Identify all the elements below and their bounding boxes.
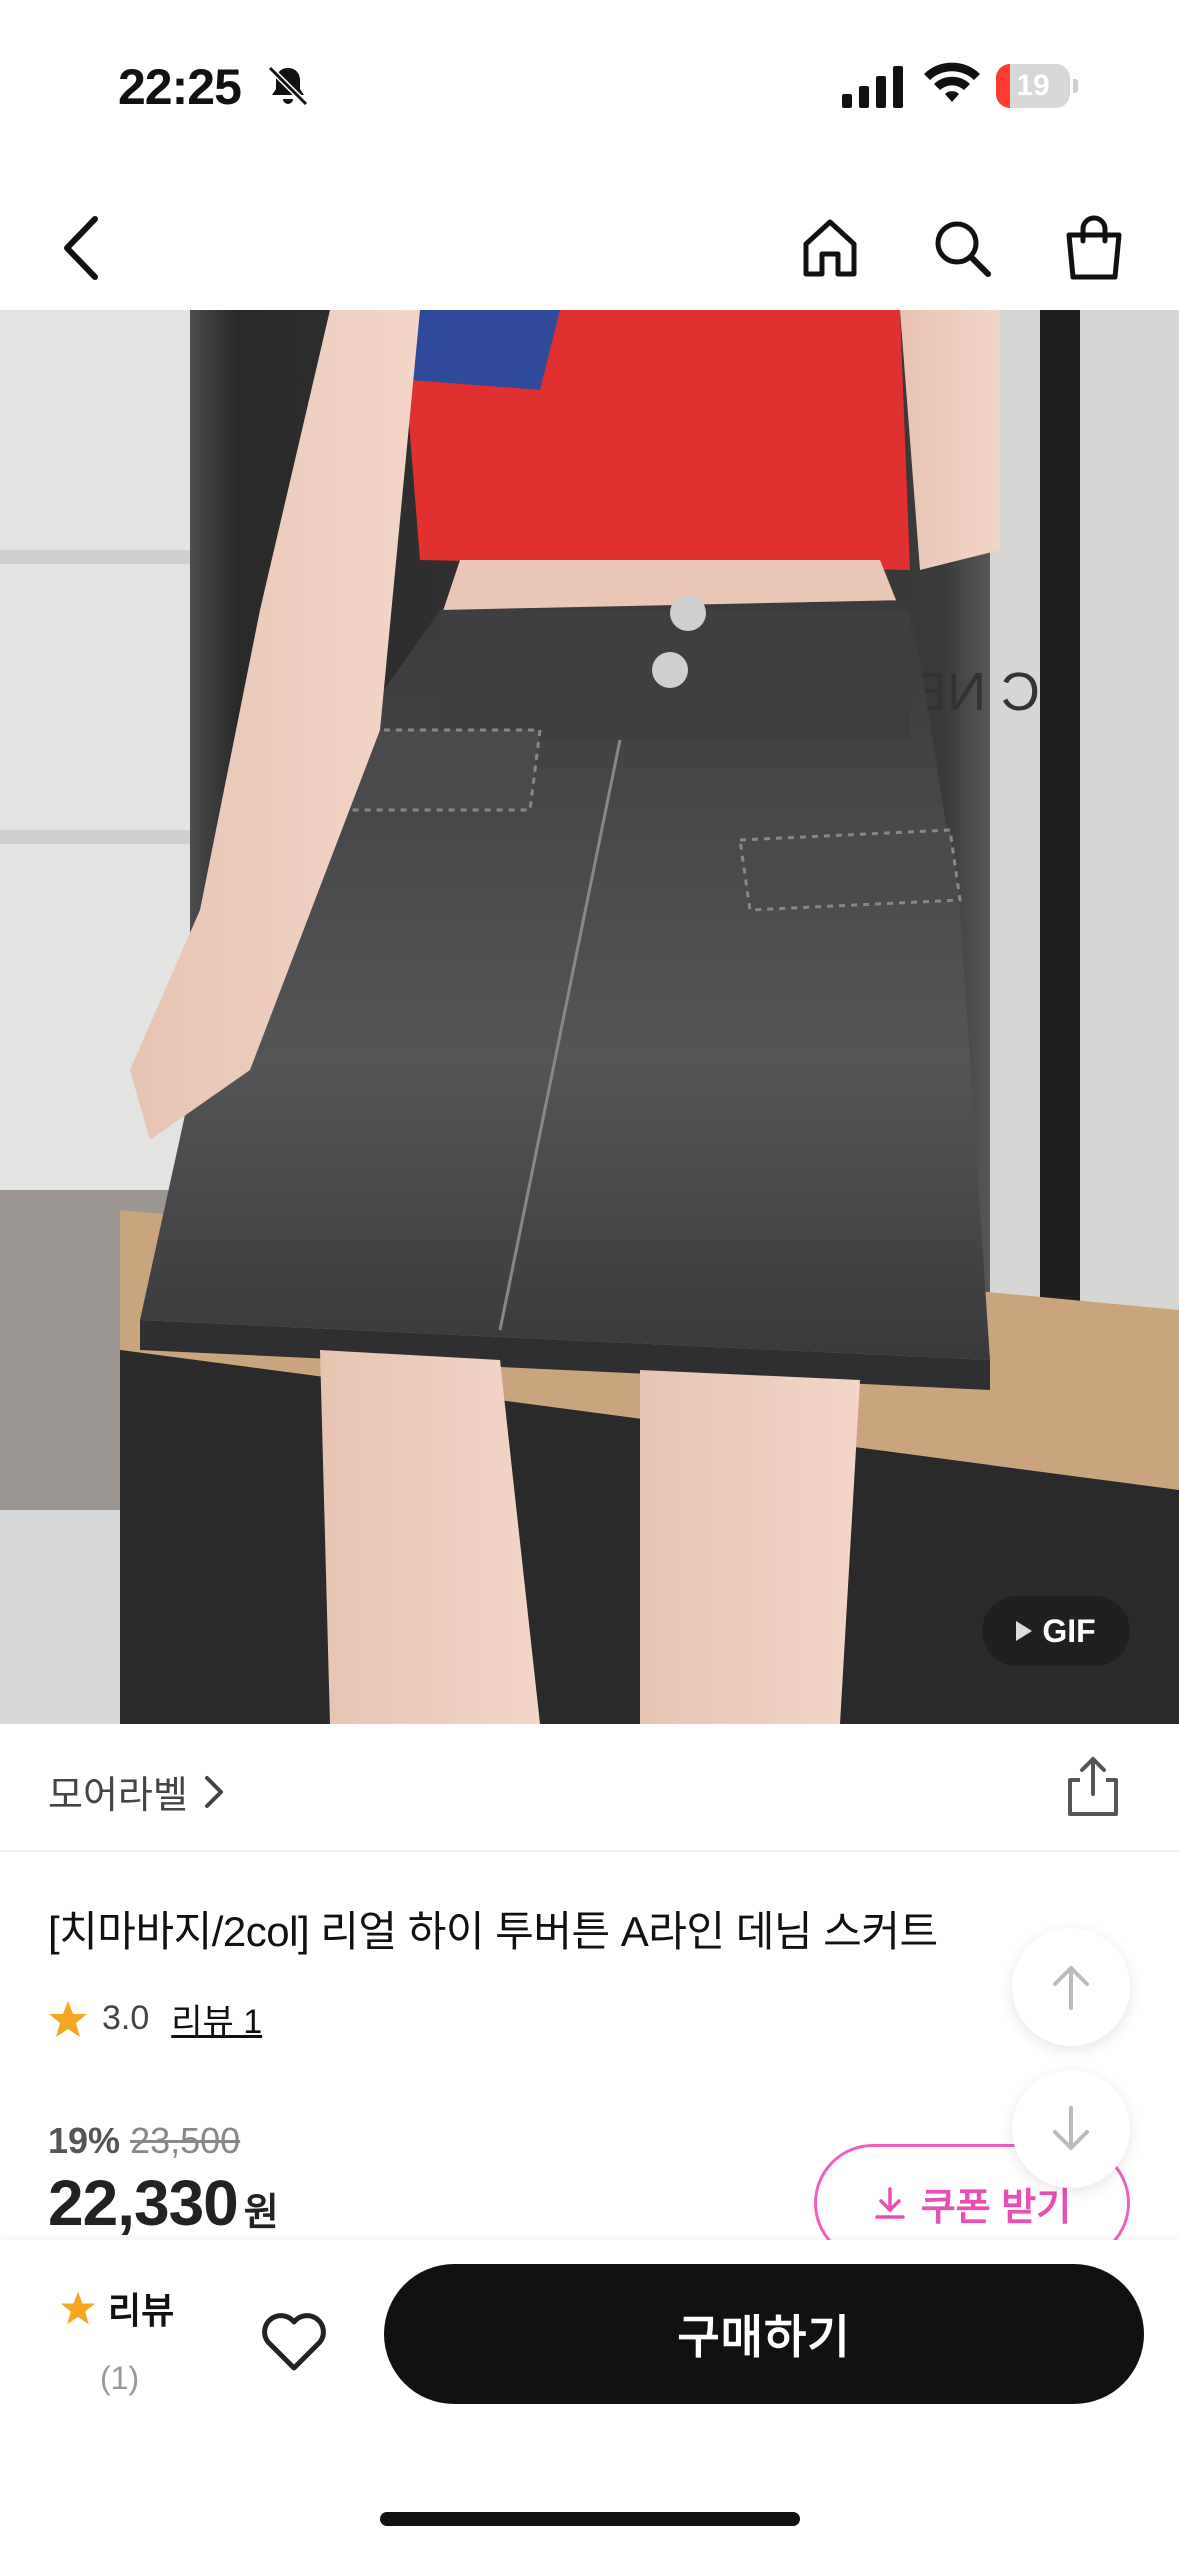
brand-row: 모어라벨 bbox=[0, 1724, 1179, 1852]
search-button[interactable] bbox=[922, 208, 1002, 288]
top-nav bbox=[0, 190, 1179, 310]
home-indicator[interactable] bbox=[380, 2512, 800, 2526]
brand-name: 모어라벨 bbox=[48, 1775, 188, 1817]
price-row: 22,330 원 bbox=[48, 2166, 279, 2240]
star-icon bbox=[60, 2291, 96, 2325]
product-photo: C NEL bbox=[0, 310, 1179, 1724]
review-tab-label: 리뷰 bbox=[108, 2290, 175, 2331]
home-icon bbox=[803, 219, 857, 277]
gif-label: GIF bbox=[1042, 1612, 1096, 1649]
play-icon bbox=[1016, 1621, 1033, 1641]
sale-price: 22,330 bbox=[48, 2167, 239, 2239]
discount-percent: 19% bbox=[48, 2120, 121, 2161]
signal-icon bbox=[842, 66, 903, 108]
arrow-down-icon bbox=[1053, 2106, 1089, 2150]
review-tab[interactable]: 리뷰 (1) bbox=[60, 2282, 200, 2397]
back-button[interactable] bbox=[42, 208, 122, 288]
product-image[interactable]: C NEL GIF bbox=[0, 310, 1179, 1724]
scroll-up-button[interactable] bbox=[1012, 1928, 1130, 2046]
search-icon bbox=[935, 221, 991, 277]
share-icon[interactable] bbox=[1060, 1754, 1126, 1820]
bell-slash-icon bbox=[267, 65, 309, 107]
status-time: 22:25 bbox=[118, 59, 242, 115]
chevron-right-icon bbox=[204, 1775, 223, 1808]
bottom-action-bar: 리뷰 (1) 구매하기 bbox=[0, 2240, 1179, 2556]
product-title: [치마바지/2col] 리얼 하이 투버튼 A라인 데님 스커트 bbox=[48, 1908, 938, 1955]
battery-icon: 19 bbox=[996, 64, 1078, 108]
rating-row: 3.0 리뷰 1 bbox=[48, 1994, 262, 2043]
discount-row: 19% 23,500 bbox=[48, 2120, 240, 2162]
currency: 원 bbox=[243, 2192, 279, 2234]
original-price: 23,500 bbox=[130, 2120, 241, 2161]
arrow-up-icon bbox=[1053, 1966, 1089, 2010]
rating-value: 3.0 bbox=[102, 1999, 150, 2037]
scroll-down-button[interactable] bbox=[1012, 2070, 1130, 2188]
heart-icon[interactable] bbox=[258, 2306, 330, 2378]
brand-link[interactable]: 모어라벨 bbox=[48, 1764, 226, 1819]
battery-level: 19 bbox=[1016, 69, 1050, 102]
home-button[interactable] bbox=[790, 208, 870, 288]
status-bar: 22:25 19 bbox=[0, 0, 1179, 150]
cart-button[interactable] bbox=[1054, 208, 1134, 288]
gif-badge[interactable]: GIF bbox=[982, 1596, 1130, 1666]
buy-button[interactable]: 구매하기 bbox=[384, 2264, 1144, 2404]
wifi-icon bbox=[924, 62, 980, 102]
back-chevron-icon bbox=[64, 216, 98, 280]
star-icon bbox=[49, 2000, 87, 2037]
download-icon bbox=[875, 2187, 905, 2219]
shopping-bag-icon bbox=[1066, 215, 1122, 280]
review-link[interactable]: 리뷰 1 bbox=[171, 1994, 262, 2043]
review-tab-count: (1) bbox=[100, 2360, 140, 2396]
